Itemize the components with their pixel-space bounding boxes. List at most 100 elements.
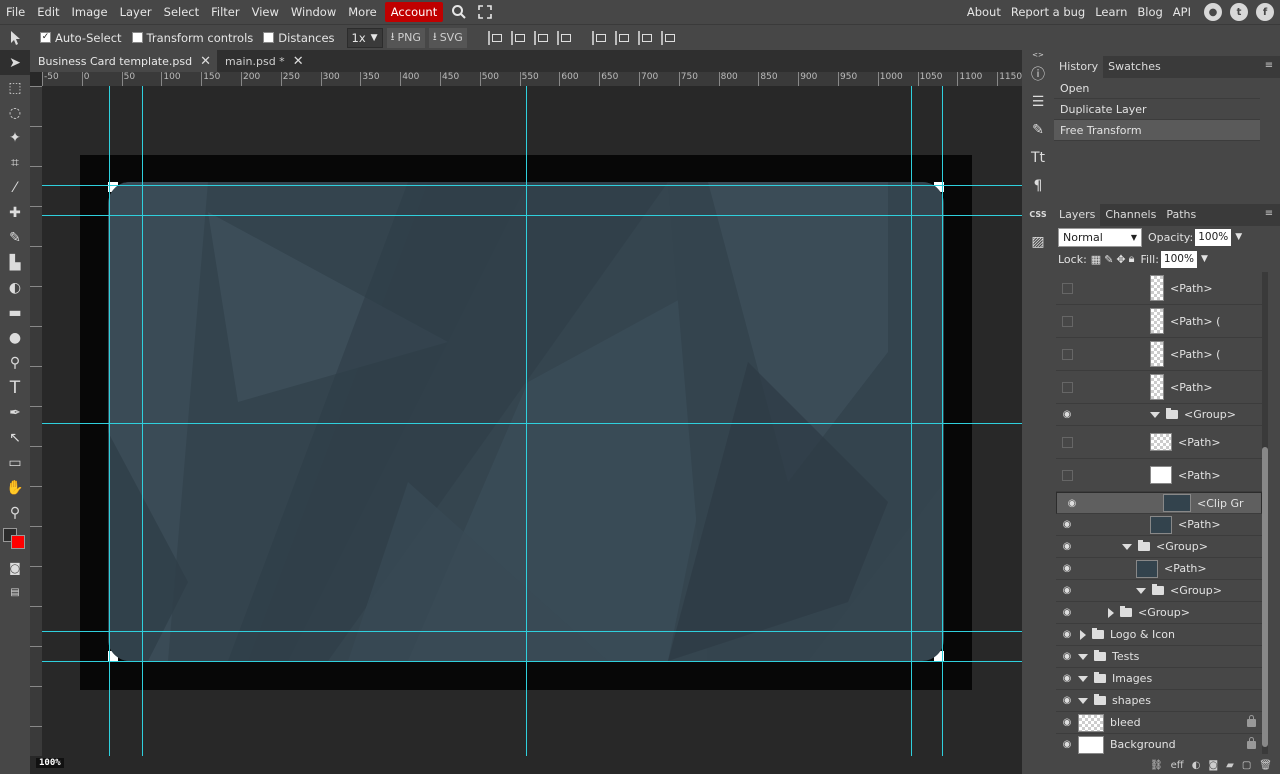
- expand-icon[interactable]: [1108, 607, 1114, 618]
- eraser-tool-icon[interactable]: ◐: [0, 275, 30, 300]
- canvas-area[interactable]: [42, 86, 1022, 756]
- brush-tool-icon[interactable]: ✎: [0, 225, 30, 250]
- layer-row[interactable]: ◉ <Group>: [1056, 580, 1262, 602]
- opacity-input[interactable]: 100%: [1195, 228, 1232, 246]
- new-layer-icon[interactable]: ▢: [1242, 760, 1251, 771]
- layer-row[interactable]: <Path>: [1056, 272, 1262, 305]
- healing-tool-icon[interactable]: ✚: [0, 200, 30, 225]
- guide-horizontal[interactable]: [42, 631, 1022, 632]
- paragraph-icon[interactable]: ¶: [1022, 172, 1054, 200]
- layer-row[interactable]: <Path> (: [1056, 338, 1262, 371]
- align-bottom-icon[interactable]: [637, 30, 654, 45]
- guide-horizontal[interactable]: [42, 185, 1022, 186]
- layer-row[interactable]: ◉ Logo & Icon: [1056, 624, 1262, 646]
- menu-select[interactable]: Select: [158, 0, 205, 24]
- type-tool-icon[interactable]: T: [0, 375, 30, 400]
- layer-row[interactable]: ◉ <Group>: [1056, 404, 1262, 426]
- panel-menu-icon[interactable]: ≡: [1262, 59, 1276, 73]
- layer-row[interactable]: <Path> (: [1056, 305, 1262, 338]
- tab-paths[interactable]: Paths: [1161, 204, 1201, 226]
- fill-input[interactable]: 100%: [1160, 250, 1197, 268]
- delete-icon[interactable]: 🗑︎: [1259, 760, 1272, 771]
- menu-edit[interactable]: Edit: [31, 0, 65, 24]
- adjustment-layer-icon[interactable]: ◐: [1192, 760, 1201, 771]
- align-middle-icon[interactable]: [614, 30, 631, 45]
- menu-image[interactable]: Image: [66, 0, 114, 24]
- align-right-icon[interactable]: [533, 30, 550, 45]
- mask-icon[interactable]: ◙: [1208, 760, 1218, 771]
- close-icon[interactable]: ✕: [200, 54, 211, 69]
- eye-icon[interactable]: ◉: [1056, 558, 1078, 579]
- eye-icon[interactable]: ◉: [1056, 536, 1078, 557]
- crop-tool-icon[interactable]: ⌗: [0, 150, 30, 175]
- account-button[interactable]: Account: [384, 2, 444, 22]
- layer-row[interactable]: ◉ Tests: [1056, 646, 1262, 668]
- guide-vertical[interactable]: [911, 86, 912, 756]
- facebook-icon[interactable]: f: [1256, 3, 1274, 21]
- menu-blog[interactable]: Blog: [1132, 0, 1167, 24]
- eye-icon[interactable]: ◉: [1056, 646, 1078, 667]
- tab-history[interactable]: History: [1054, 56, 1104, 78]
- eye-icon[interactable]: ◉: [1056, 580, 1078, 601]
- chevron-down-icon[interactable]: ▼: [1201, 254, 1208, 264]
- lasso-tool-icon[interactable]: ◌: [0, 100, 30, 125]
- align-center-h-icon[interactable]: [510, 30, 527, 45]
- expand-icon[interactable]: [1078, 697, 1088, 704]
- tab-channels[interactable]: Channels: [1100, 204, 1161, 226]
- expand-icon[interactable]: [1122, 543, 1132, 550]
- shape-tool-icon[interactable]: ▭: [0, 450, 30, 475]
- menu-api[interactable]: API: [1168, 0, 1196, 24]
- brush-settings-icon[interactable]: ✎: [1022, 116, 1054, 144]
- info-icon[interactable]: ⓘ: [1022, 60, 1054, 88]
- magic-wand-tool-icon[interactable]: ✦: [0, 125, 30, 150]
- visibility-toggle[interactable]: [1056, 272, 1078, 304]
- new-group-icon[interactable]: ▰: [1226, 760, 1234, 771]
- eye-icon[interactable]: ◉: [1056, 668, 1078, 689]
- layer-row[interactable]: ◉ <Path>: [1056, 558, 1262, 580]
- expand-icon[interactable]: [1080, 629, 1086, 640]
- marquee-tool-icon[interactable]: ⬚: [0, 75, 30, 100]
- menu-layer[interactable]: Layer: [114, 0, 158, 24]
- menu-report-bug[interactable]: Report a bug: [1006, 0, 1090, 24]
- link-icon[interactable]: ⛓: [1150, 760, 1163, 771]
- history-item[interactable]: Duplicate Layer: [1054, 99, 1260, 120]
- lock-position-icon[interactable]: ✥: [1116, 253, 1125, 266]
- panel-menu-icon[interactable]: ≡: [1262, 207, 1276, 221]
- chevron-down-icon[interactable]: ▼: [1235, 232, 1242, 242]
- quick-mask-icon[interactable]: ◙: [0, 555, 30, 580]
- align-top-icon[interactable]: [591, 30, 608, 45]
- layer-row[interactable]: ◉ <Group>: [1056, 602, 1262, 624]
- distances-checkbox[interactable]: Distances: [263, 31, 335, 45]
- move-tool-icon[interactable]: ➤: [0, 50, 30, 75]
- fullscreen-icon[interactable]: [475, 0, 495, 24]
- css-icon[interactable]: CSS: [1022, 200, 1054, 228]
- eye-icon[interactable]: ◉: [1056, 514, 1078, 535]
- twitter-icon[interactable]: t: [1230, 3, 1248, 21]
- export-svg-button[interactable]: ⭳ SVG: [428, 27, 467, 48]
- layer-row[interactable]: <Path>: [1056, 426, 1262, 459]
- visibility-toggle[interactable]: [1056, 305, 1078, 337]
- lock-pixels-icon[interactable]: ✎: [1104, 253, 1113, 266]
- dodge-tool-icon[interactable]: ⚲: [0, 350, 30, 375]
- stamp-tool-icon[interactable]: ▙: [0, 250, 30, 275]
- guide-horizontal[interactable]: [42, 661, 1022, 662]
- search-icon[interactable]: [449, 0, 469, 24]
- layer-row[interactable]: ◉ Background: [1056, 734, 1262, 754]
- tab-swatches[interactable]: Swatches: [1103, 56, 1166, 78]
- history-item[interactable]: Open: [1054, 78, 1260, 99]
- lock-transparency-icon[interactable]: ▦: [1091, 253, 1101, 266]
- menu-about[interactable]: About: [962, 0, 1006, 24]
- layer-row[interactable]: ◉ bleed: [1056, 712, 1262, 734]
- export-png-button[interactable]: ⭳ PNG: [386, 27, 425, 48]
- eye-icon[interactable]: ◉: [1056, 602, 1078, 623]
- blur-tool-icon[interactable]: ●: [0, 325, 30, 350]
- layer-row[interactable]: ◉ <Clip Gr: [1056, 492, 1262, 514]
- lock-all-icon[interactable]: 🔒︎: [1129, 252, 1135, 266]
- scale-select[interactable]: 1x ▼: [346, 27, 383, 48]
- image-icon[interactable]: ▨: [1022, 228, 1054, 256]
- visibility-toggle[interactable]: [1056, 459, 1078, 491]
- blend-mode-select[interactable]: Normal ▼: [1058, 227, 1142, 247]
- layer-row[interactable]: ◉ Images: [1056, 668, 1262, 690]
- menu-file[interactable]: File: [0, 0, 31, 24]
- tab-business-card[interactable]: Business Card template.psd ✕: [30, 50, 217, 72]
